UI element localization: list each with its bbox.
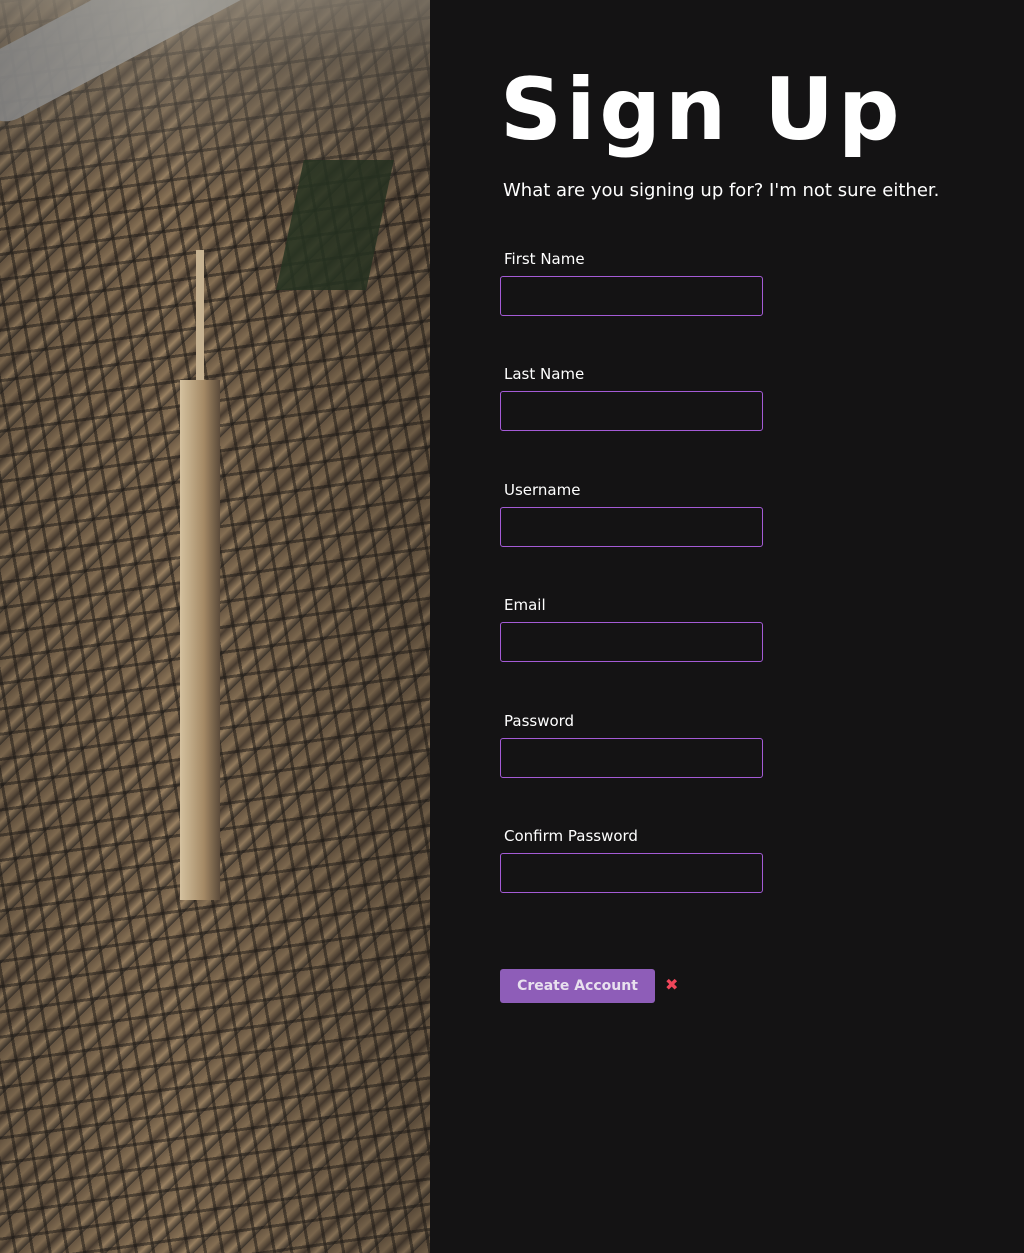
create-account-button[interactable]: Create Account [500,969,655,1003]
confirm-password-input[interactable] [500,853,763,893]
image-shade [0,0,430,1253]
page-title: Sign Up [500,60,904,160]
username-label: Username [504,481,581,499]
last-name-input[interactable] [500,391,763,431]
confirm-password-label: Confirm Password [504,827,638,845]
username-input[interactable] [500,507,763,547]
city-skyline-image [0,0,430,1253]
email-label: Email [504,596,546,614]
first-name-input[interactable] [500,276,763,316]
password-label: Password [504,712,575,730]
first-name-label: First Name [504,250,585,268]
password-input[interactable] [500,738,763,778]
page-subtitle: What are you signing up for? I'm not sur… [503,180,940,201]
error-x-icon: ✖ [665,975,679,994]
signup-page: Sign Up What are you signing up for? I'm… [0,0,1024,1253]
email-input[interactable] [500,622,763,662]
last-name-label: Last Name [504,365,585,383]
